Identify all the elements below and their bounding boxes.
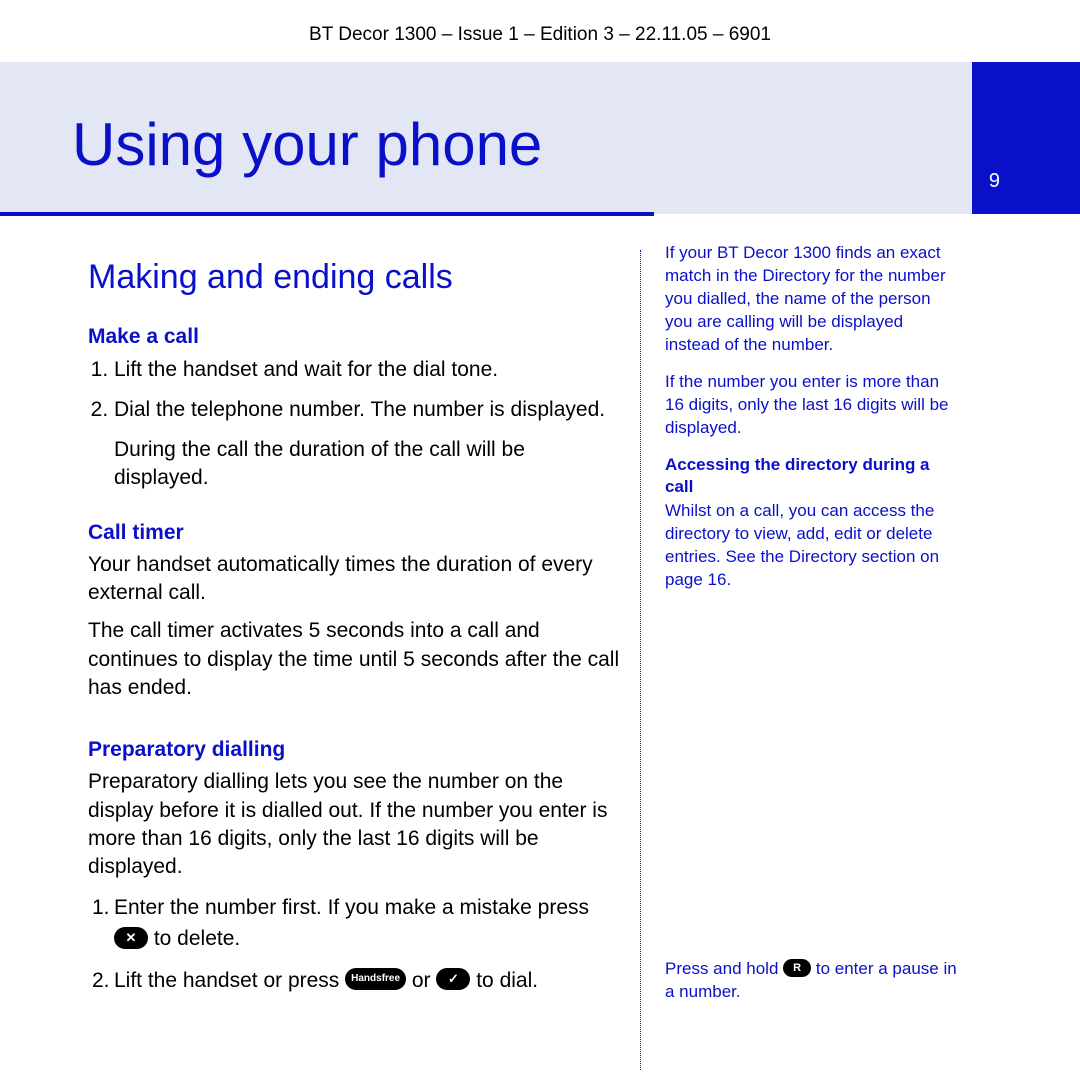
- step2-post: to dial.: [470, 969, 538, 992]
- delete-button-icon: [114, 927, 148, 949]
- page-number: 9: [989, 170, 1000, 193]
- chapter-title: Using your phone: [72, 110, 542, 179]
- heading-call-timer: Call timer: [88, 521, 620, 545]
- call-timer-p1: Your handset automatically times the dur…: [88, 551, 620, 608]
- prep-dial-step2: 2.Lift the handset or press Handsfree or…: [88, 965, 620, 997]
- step1-pre: Enter the number first. If you make a mi…: [114, 896, 589, 919]
- header-rule: [0, 212, 654, 216]
- pause-pre: Press and hold: [665, 959, 783, 978]
- step-lift-handset: Lift the handset and wait for the dial t…: [114, 355, 620, 385]
- sidebar-heading-access-directory: Accessing the directory during a call: [665, 454, 961, 498]
- call-timer-p2: The call timer activates 5 seconds into …: [88, 617, 620, 702]
- handsfree-button-icon: Handsfree: [345, 968, 406, 990]
- prep-dial-intro: Preparatory dialling lets you see the nu…: [88, 768, 620, 881]
- sidebar-digit-limit: If the number you enter is more than 16 …: [665, 371, 961, 440]
- call-duration-note: During the call the duration of the call…: [114, 436, 620, 493]
- check-icon: [448, 972, 459, 986]
- heading-make-a-call: Make a call: [88, 325, 620, 349]
- sidebar-column: If your BT Decor 1300 finds an exact mat…: [641, 242, 1001, 1070]
- step-number-1: 1.: [92, 892, 114, 924]
- dial-confirm-button-icon: [436, 968, 470, 990]
- make-a-call-steps: Lift the handset and wait for the dial t…: [88, 355, 620, 426]
- step2-pre: Lift the handset or press: [114, 969, 345, 992]
- section-title: Making and ending calls: [88, 258, 620, 297]
- heading-prep-dial: Preparatory dialling: [88, 738, 620, 762]
- prep-dial-step1: 1.Enter the number first. If you make a …: [88, 892, 620, 955]
- step-number-2: 2.: [92, 965, 114, 997]
- step-dial-number: Dial the telephone number. The number is…: [114, 395, 620, 425]
- sidebar-directory-match: If your BT Decor 1300 finds an exact mat…: [665, 242, 961, 357]
- main-column: Making and ending calls Make a call Lift…: [0, 242, 640, 1070]
- header-meta: BT Decor 1300 – Issue 1 – Edition 3 – 22…: [0, 0, 1080, 62]
- r-button-icon: R: [783, 959, 811, 977]
- step1-post: to delete.: [148, 927, 240, 950]
- x-icon: [126, 931, 137, 945]
- columns: Making and ending calls Make a call Lift…: [0, 242, 1080, 1070]
- sidebar-pause-tip: Press and hold R to enter a pause in a n…: [665, 958, 961, 1004]
- step2-mid: or: [406, 969, 436, 992]
- sidebar-directory-access: Whilst on a call, you can access the dir…: [665, 500, 961, 592]
